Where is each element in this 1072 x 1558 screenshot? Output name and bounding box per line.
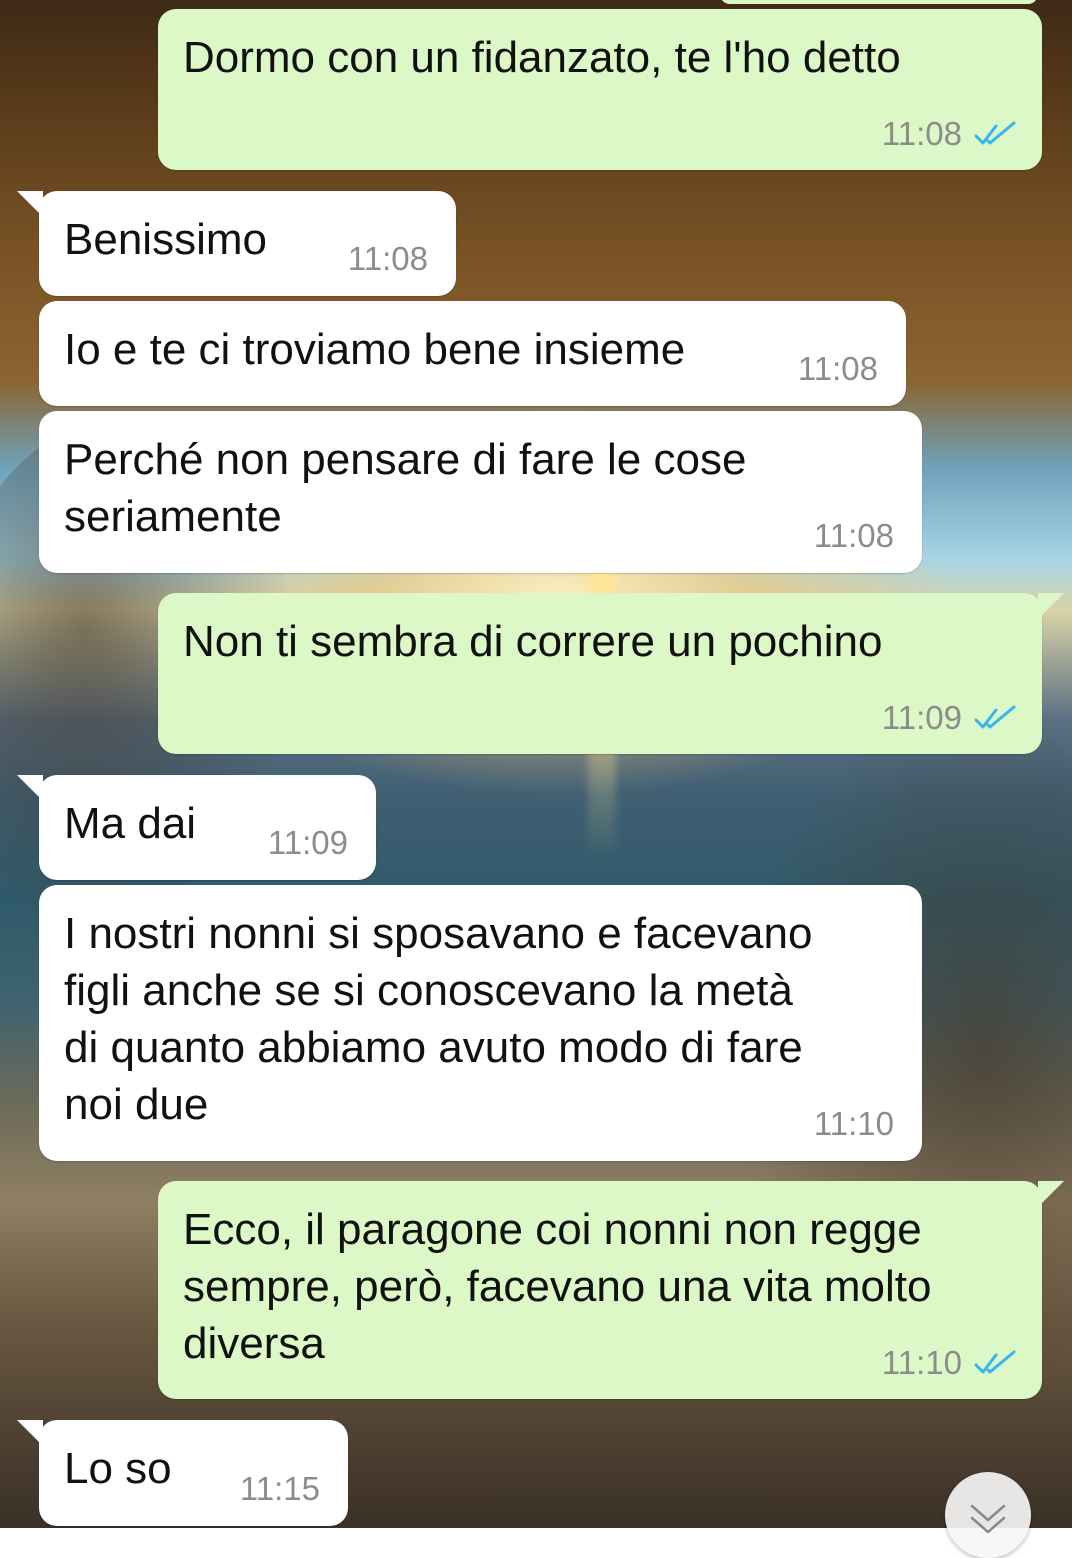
message-text: Perché non pensare di fare le cose seria… — [64, 435, 747, 541]
previous-message-edge — [720, 0, 1038, 4]
message-bubble-incoming[interactable]: Io e te ci troviamo bene insieme 11:08 — [39, 301, 906, 406]
message-bubble-incoming[interactable]: Perché non pensare di fare le cose seria… — [39, 411, 922, 573]
message-text: Io e te ci troviamo bene insieme — [64, 325, 686, 374]
message-text: I nostri nonni si sposavano e facevano f… — [64, 909, 813, 1129]
message-meta: 11:10 — [882, 1345, 1018, 1381]
message-bubble-incoming[interactable]: Lo so 11:15 — [17, 1420, 348, 1526]
message-bubble-incoming[interactable]: Ma dai 11:09 — [17, 775, 376, 880]
message-bubble-outgoing[interactable]: Non ti sembra di correre un pochino 11:0… — [158, 593, 1064, 754]
message-meta: 11:15 — [240, 1471, 320, 1507]
message-meta: 11:10 — [814, 1106, 894, 1142]
message-time: 11:08 — [813, 517, 894, 554]
chevron-down-icon — [970, 1504, 1006, 1534]
message-time: 11:10 — [881, 1344, 962, 1381]
message-meta: 11:08 — [798, 351, 878, 387]
message-list[interactable]: Dormo con un fidanzato, te l'ho detto 11… — [0, 0, 1072, 1558]
message-time: 11:10 — [813, 1105, 894, 1142]
double-check-icon — [974, 705, 1016, 729]
scroll-to-bottom-button[interactable] — [945, 1472, 1031, 1558]
double-check-icon — [974, 1350, 1016, 1374]
message-time: 11:15 — [239, 1470, 320, 1507]
message-time: 11:09 — [881, 699, 962, 736]
message-meta: 11:09 — [882, 700, 1018, 736]
message-time: 11:08 — [797, 350, 878, 387]
message-bubble-incoming[interactable]: Benissimo 11:08 — [17, 191, 456, 296]
message-meta: 11:08 — [348, 241, 428, 277]
message-text: Ma dai — [64, 799, 197, 848]
message-text: Ecco, il paragone coi nonni non regge se… — [183, 1205, 932, 1368]
message-bubble-outgoing[interactable]: Ecco, il paragone coi nonni non regge se… — [158, 1181, 1064, 1399]
message-time: 11:08 — [347, 240, 428, 277]
message-text: Benissimo — [64, 215, 267, 264]
double-check-icon — [974, 121, 1016, 145]
message-text: Lo so — [64, 1444, 172, 1493]
message-meta: 11:08 — [814, 518, 894, 554]
message-text: Dormo con un fidanzato, te l'ho detto — [183, 33, 901, 82]
message-meta: 11:09 — [268, 825, 348, 861]
message-time: 11:09 — [267, 824, 348, 861]
message-text: Non ti sembra di correre un pochino — [183, 617, 883, 666]
message-meta: 11:08 — [882, 116, 1018, 152]
message-time: 11:08 — [881, 115, 962, 152]
message-bubble-outgoing[interactable]: Dormo con un fidanzato, te l'ho detto 11… — [158, 9, 1042, 170]
message-bubble-incoming[interactable]: I nostri nonni si sposavano e facevano f… — [39, 885, 922, 1161]
